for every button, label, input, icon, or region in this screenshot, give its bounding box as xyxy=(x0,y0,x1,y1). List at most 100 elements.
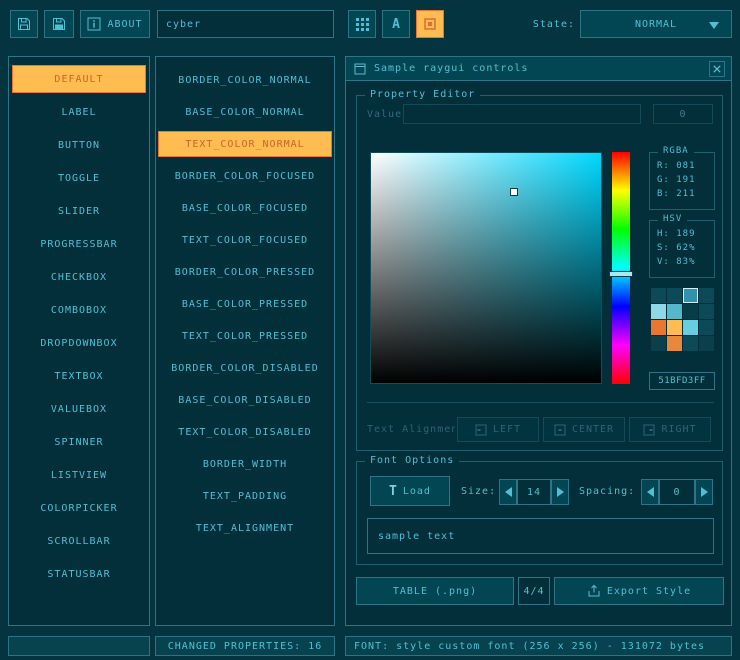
load-style-button[interactable] xyxy=(10,10,38,38)
align-center-button[interactable]: CENTER xyxy=(543,417,625,442)
property-list-item[interactable]: BORDER_COLOR_PRESSED xyxy=(158,259,332,285)
font-settings-button[interactable]: A xyxy=(382,10,410,38)
control-list-item[interactable]: DROPDOWNBOX xyxy=(12,329,146,357)
color-swatch[interactable] xyxy=(699,320,714,335)
spacing-value-box[interactable]: 0 xyxy=(659,479,695,505)
export-style-button[interactable]: Export Style xyxy=(554,577,724,605)
property-list-item[interactable]: TEXT_COLOR_NORMAL xyxy=(158,131,332,157)
hex-value-box[interactable]: 51BFD3FF xyxy=(649,372,715,390)
save-style-button[interactable] xyxy=(44,10,74,38)
size-increment-button[interactable] xyxy=(551,479,569,505)
info-icon xyxy=(87,17,101,31)
color-swatch[interactable] xyxy=(699,336,714,351)
color-swatch[interactable] xyxy=(667,320,682,335)
color-swatch[interactable] xyxy=(651,304,666,319)
style-mode-button[interactable] xyxy=(416,10,444,38)
color-swatch[interactable] xyxy=(651,320,666,335)
app-window: ABOUT A State: NORMAL DEFAULT LABEL BUTT… xyxy=(0,0,740,660)
chevron-left-icon xyxy=(647,487,654,497)
control-list-item[interactable]: TOGGLE xyxy=(12,164,146,192)
hsv-value-value: V: 83% xyxy=(657,257,696,267)
color-swatch[interactable] xyxy=(683,336,698,351)
property-list-item[interactable]: BORDER_WIDTH xyxy=(158,451,332,477)
export-icon xyxy=(587,584,601,598)
control-list-item[interactable]: LABEL xyxy=(12,98,146,126)
hue-slider-handle[interactable] xyxy=(609,271,633,277)
color-swatch[interactable] xyxy=(683,304,698,319)
color-swatch[interactable] xyxy=(683,320,698,335)
color-swatch[interactable] xyxy=(667,336,682,351)
color-swatch[interactable] xyxy=(667,304,682,319)
control-list-item[interactable]: LISTVIEW xyxy=(12,461,146,489)
window-icon xyxy=(354,63,366,75)
control-list-item[interactable]: VALUEBOX xyxy=(12,395,146,423)
control-list-item[interactable]: COLORPICKER xyxy=(12,494,146,522)
about-button[interactable]: ABOUT xyxy=(80,10,150,38)
chevron-right-icon xyxy=(701,487,708,497)
control-list-item[interactable]: SLIDER xyxy=(12,197,146,225)
property-list-item[interactable]: TEXT_PADDING xyxy=(158,483,332,509)
color-swatch[interactable] xyxy=(651,288,666,303)
sample-text-box[interactable]: sample text xyxy=(367,518,714,554)
control-list-item[interactable]: SCROLLBAR xyxy=(12,527,146,555)
chevron-left-icon xyxy=(505,487,512,497)
spacing-label: Spacing: xyxy=(579,486,635,497)
close-button[interactable] xyxy=(709,61,725,77)
control-list-item[interactable]: DEFAULT xyxy=(12,65,146,93)
value-input[interactable] xyxy=(403,104,641,124)
grid-view-button[interactable] xyxy=(348,10,376,38)
text-alignment-label: Text Alignment xyxy=(367,424,455,435)
property-list-item[interactable]: BORDER_COLOR_NORMAL xyxy=(158,67,332,93)
size-label: Size: xyxy=(461,486,496,497)
export-style-label: Export Style xyxy=(607,586,691,597)
color-swatch[interactable] xyxy=(651,336,666,351)
statusbar-font-info: FONT: style custom font (256 x 256) - 13… xyxy=(345,636,732,656)
align-right-label: RIGHT xyxy=(661,424,696,435)
statusbar-left xyxy=(8,636,150,656)
control-list-item[interactable]: BUTTON xyxy=(12,131,146,159)
table-export-button[interactable]: TABLE (.png) xyxy=(356,577,514,605)
color-swatch[interactable] xyxy=(667,288,682,303)
property-list-item[interactable]: BASE_COLOR_NORMAL xyxy=(158,99,332,125)
property-list-item[interactable]: BASE_COLOR_FOCUSED xyxy=(158,195,332,221)
control-list-item[interactable]: PROGRESSBAR xyxy=(12,230,146,258)
hsv-panel: HSV H: 189 S: 62% V: 83% xyxy=(649,220,715,278)
property-list-item[interactable]: BASE_COLOR_PRESSED xyxy=(158,291,332,317)
control-list-item[interactable]: COMBOBOX xyxy=(12,296,146,324)
control-list-item[interactable]: STATUSBAR xyxy=(12,560,146,588)
color-picker-panel[interactable] xyxy=(370,152,602,384)
property-list-item[interactable]: BORDER_COLOR_FOCUSED xyxy=(158,163,332,189)
color-swatch[interactable] xyxy=(699,304,714,319)
spacing-decrement-button[interactable] xyxy=(641,479,659,505)
property-list-item[interactable]: TEXT_COLOR_FOCUSED xyxy=(158,227,332,253)
control-list-item[interactable]: SPINNER xyxy=(12,428,146,456)
size-value-box[interactable]: 14 xyxy=(517,479,551,505)
property-list-item[interactable]: TEXT_ALIGNMENT xyxy=(158,515,332,541)
state-dropdown[interactable]: NORMAL xyxy=(580,10,732,38)
property-list-item[interactable]: BASE_COLOR_DISABLED xyxy=(158,387,332,413)
state-dropdown-value: NORMAL xyxy=(635,19,677,30)
load-font-button[interactable]: T Load xyxy=(370,476,450,506)
pages-value-box[interactable]: 4/4 xyxy=(518,577,550,605)
size-decrement-button[interactable] xyxy=(499,479,517,505)
align-left-button[interactable]: LEFT xyxy=(457,417,539,442)
font-a-icon: A xyxy=(392,17,400,32)
control-list-item[interactable]: TEXTBOX xyxy=(12,362,146,390)
grid-icon xyxy=(355,17,370,32)
floppy-disk-icon xyxy=(16,16,32,32)
hue-slider[interactable] xyxy=(612,152,630,384)
align-left-label: LEFT xyxy=(493,424,521,435)
align-right-button[interactable]: RIGHT xyxy=(629,417,711,442)
property-list-item[interactable]: TEXT_COLOR_PRESSED xyxy=(158,323,332,349)
color-swatch[interactable] xyxy=(683,288,698,303)
color-picker-cursor[interactable] xyxy=(510,188,518,196)
divider-line xyxy=(367,402,714,403)
style-name-input[interactable] xyxy=(157,10,334,38)
property-list-item[interactable]: TEXT_COLOR_DISABLED xyxy=(158,419,332,445)
spacing-increment-button[interactable] xyxy=(695,479,713,505)
value-count-box[interactable]: 0 xyxy=(653,104,713,124)
load-font-label: Load xyxy=(403,486,431,497)
color-swatch[interactable] xyxy=(699,288,714,303)
control-list-item[interactable]: CHECKBOX xyxy=(12,263,146,291)
property-list-item[interactable]: BORDER_COLOR_DISABLED xyxy=(158,355,332,381)
